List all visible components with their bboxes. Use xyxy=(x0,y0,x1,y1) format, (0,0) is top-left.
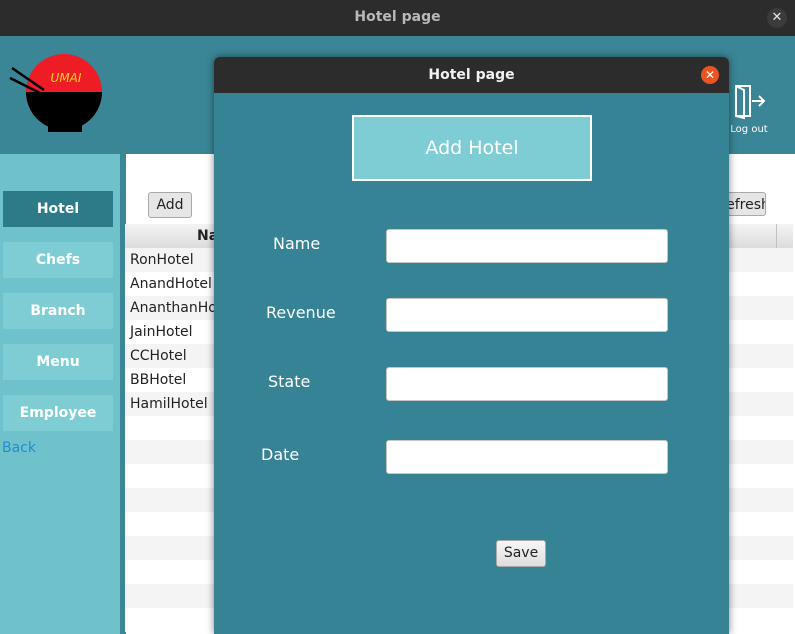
name-field[interactable] xyxy=(386,229,668,263)
dialog-titlebar: Hotel page ✕ xyxy=(214,57,729,93)
name-label: Name xyxy=(273,234,321,253)
logo-text: UMAI xyxy=(51,71,82,85)
revenue-field[interactable] xyxy=(386,298,668,332)
date-field[interactable] xyxy=(386,440,668,474)
dialog-heading: Add Hotel xyxy=(352,115,592,181)
window-titlebar: Hotel page ✕ xyxy=(0,0,795,36)
sidebar-item-hotel[interactable]: Hotel xyxy=(3,191,113,227)
window-title: Hotel page xyxy=(354,9,441,25)
logout-button[interactable]: Log out xyxy=(726,82,772,135)
sidebar-item-branch[interactable]: Branch xyxy=(3,293,113,329)
state-label: State xyxy=(268,372,311,391)
sidebar-item-menu[interactable]: Menu xyxy=(3,344,113,380)
sidebar-item-employee[interactable]: Employee xyxy=(3,395,113,431)
state-field[interactable] xyxy=(386,367,668,401)
back-link[interactable]: Back xyxy=(2,440,36,456)
add-hotel-dialog: Hotel page ✕ Add Hotel Name Revenue Stat… xyxy=(214,57,729,634)
add-button[interactable]: Add xyxy=(148,192,192,218)
dialog-title: Hotel page xyxy=(428,67,515,83)
logout-label: Log out xyxy=(730,124,768,135)
save-button[interactable]: Save xyxy=(496,540,546,567)
door-exit-icon xyxy=(735,85,766,120)
date-label: Date xyxy=(261,445,300,464)
sidebar-item-chefs[interactable]: Chefs xyxy=(3,242,113,278)
revenue-label: Revenue xyxy=(266,303,336,322)
bowl-chopsticks-logo: UMAI xyxy=(9,54,102,132)
dialog-close-button[interactable]: ✕ xyxy=(701,66,719,84)
window-close-button[interactable]: ✕ xyxy=(767,8,787,28)
column-divider xyxy=(776,224,777,248)
